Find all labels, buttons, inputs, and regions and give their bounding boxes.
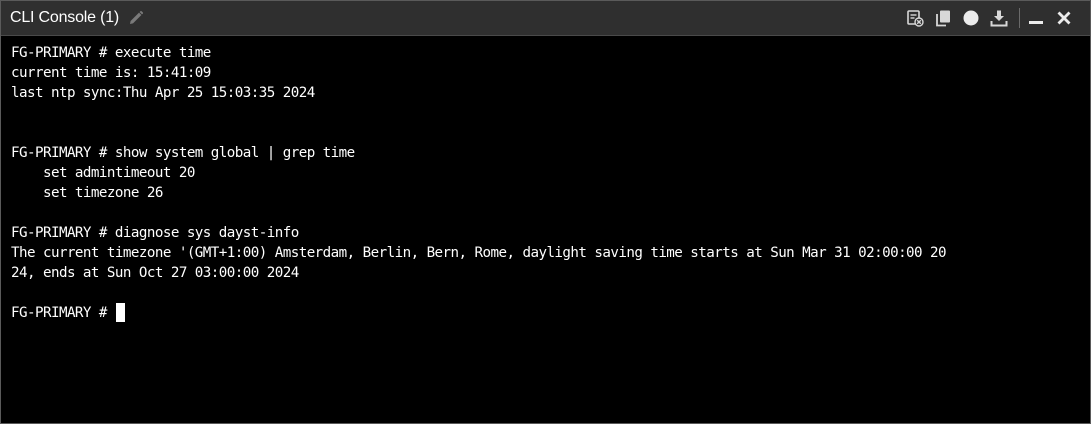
console-line: 24, ends at Sun Oct 27 03:00:00 2024: [11, 265, 299, 281]
pencil-icon[interactable]: [127, 9, 145, 27]
window-title: CLI Console (1): [10, 9, 120, 26]
clear-console-icon[interactable]: [905, 8, 925, 28]
console-line: The current timezone '(GMT+1:00) Amsterd…: [11, 245, 947, 261]
console-line: last ntp sync:Thu Apr 25 15:03:35 2024: [11, 85, 315, 101]
close-icon[interactable]: [1054, 8, 1074, 28]
command-prompt: FG-PRIMARY #: [11, 305, 115, 321]
download-icon[interactable]: [989, 8, 1009, 28]
console-line: FG-PRIMARY # diagnose sys dayst-info: [11, 225, 299, 241]
console-line: FG-PRIMARY # show system global | grep t…: [11, 145, 355, 161]
minimize-icon[interactable]: [1026, 8, 1046, 28]
console-line: current time is: 15:41:09: [11, 65, 211, 81]
copy-icon[interactable]: [933, 8, 953, 28]
cli-console-window: CLI Console (1) FG-PRIMARY # execute tim…: [0, 0, 1091, 424]
toolbar-divider: [1019, 8, 1020, 28]
title-bar-tools: [905, 1, 1090, 35]
text-cursor: [115, 303, 125, 322]
console-line: set admintimeout 20: [11, 165, 195, 181]
console-output[interactable]: FG-PRIMARY # execute time current time i…: [1, 36, 1090, 423]
command-prompt-line[interactable]: FG-PRIMARY #: [11, 303, 1080, 323]
title-bar: CLI Console (1): [1, 1, 1090, 36]
console-line: set timezone 26: [11, 185, 163, 201]
record-icon[interactable]: [961, 8, 981, 28]
console-line: FG-PRIMARY # execute time: [11, 45, 211, 61]
